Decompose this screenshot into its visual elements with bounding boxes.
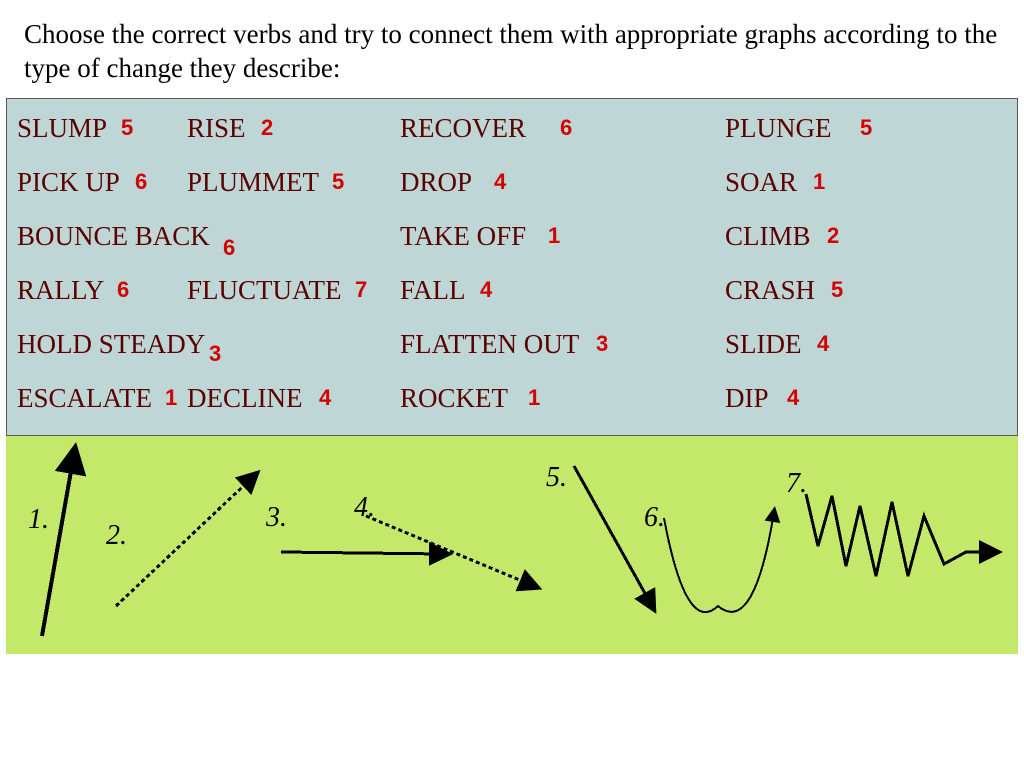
verb-rise: RISE [187,113,246,144]
answer-crash: 5 [831,277,843,303]
answer-slide: 4 [817,331,829,357]
verb-rocket: ROCKET [400,383,508,414]
graph-arrow-5 [574,466,652,606]
graph-label-2: 2. [106,520,127,552]
answer-slump: 5 [121,115,133,141]
answer-decline: 4 [319,385,331,411]
graph-arrow-4 [366,516,534,586]
answer-rally: 6 [117,277,129,303]
graph-label-4: 4. [354,492,375,524]
graph-label-3: 3. [266,502,287,534]
verb-rally: RALLY [17,275,104,306]
verb-slide: SLIDE [725,329,802,360]
verb-plummet: PLUMMET [187,167,319,198]
verb-pick-up: PICK UP [17,167,120,198]
graph-label-6: 6. [644,502,665,534]
answer-fall: 4 [480,277,492,303]
answer-plummet: 5 [332,169,344,195]
graph-arrow-6 [664,512,774,612]
graphs-panel: 1. 2. 3. 4. 5. 6. 7. [6,436,1018,654]
answer-fluctuate: 7 [355,277,367,303]
answer-drop: 4 [494,169,506,195]
graph-arrow-7 [806,494,994,576]
graph-label-1: 1. [28,504,49,536]
graphs-svg [6,436,1018,654]
verb-soar: SOAR [725,167,797,198]
verb-fall: FALL [400,275,466,306]
verb-fluctuate: FLUCTUATE [187,275,342,306]
verb-grid: SLUMP5RISE2RECOVER6PLUNGE5PICK UP6PLUMME… [6,98,1018,436]
graph-arrow-2 [116,476,254,606]
verb-drop: DROP [400,167,472,198]
answer-bounce-back: 6 [223,235,235,261]
verb-bounce-back: BOUNCE BACK [17,221,210,252]
graph-arrow-3 [281,552,444,554]
verb-plunge: PLUNGE [725,113,832,144]
verb-hold-steady: HOLD STEADY [17,329,205,360]
answer-escalate: 1 [165,385,177,411]
answer-plunge: 5 [860,115,872,141]
verb-escalate: ESCALATE [17,383,152,414]
answer-pick-up: 6 [135,169,147,195]
answer-climb: 2 [827,223,839,249]
verb-slump: SLUMP [17,113,107,144]
answer-hold-steady: 3 [209,341,221,367]
verb-take-off: TAKE OFF [400,221,526,252]
verb-flatten-out: FLATTEN OUT [400,329,579,360]
verb-crash: CRASH [725,275,815,306]
verb-decline: DECLINE [187,383,302,414]
graph-label-5: 5. [546,462,567,494]
verb-climb: CLIMB [725,221,811,252]
answer-rocket: 1 [528,385,540,411]
answer-rise: 2 [261,115,273,141]
answer-dip: 4 [787,385,799,411]
graph-arrow-1 [42,454,74,636]
instruction-text: Choose the correct verbs and try to conn… [0,0,1024,98]
answer-soar: 1 [813,169,825,195]
graph-label-7: 7. [786,468,807,500]
verb-dip: DIP [725,383,769,414]
answer-take-off: 1 [548,223,560,249]
answer-flatten-out: 3 [596,331,608,357]
verb-recover: RECOVER [400,113,526,144]
answer-recover: 6 [560,115,572,141]
